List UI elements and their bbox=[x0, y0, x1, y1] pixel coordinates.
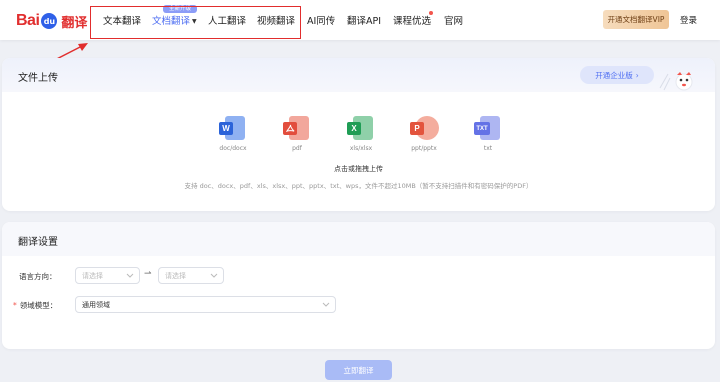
mascot-illustration-icon bbox=[659, 72, 693, 91]
upload-support-description: 支持 doc、docx、pdf、xls、xlsx、ppt、pptx、txt、wp… bbox=[184, 182, 533, 190]
chevron-right-icon: › bbox=[635, 70, 639, 80]
open-enterprise-label: 开通企业版 bbox=[595, 70, 633, 80]
nav-item-courses[interactable]: 课程优选 bbox=[393, 13, 431, 27]
translate-now-button[interactable]: 立即翻译 bbox=[325, 360, 392, 380]
required-mark: * bbox=[13, 301, 17, 310]
chevron-down-icon bbox=[322, 302, 330, 307]
source-language-placeholder: 请选择 bbox=[82, 271, 103, 280]
baidu-translate-logo[interactable]: Bai du 翻译 bbox=[16, 11, 87, 31]
powerpoint-file-icon: P bbox=[410, 116, 439, 142]
logo-fanyi-text: 翻译 bbox=[61, 15, 88, 31]
file-upload-card: 文件上传 开通企业版 › W doc/docx pdf X xls/xlsx P… bbox=[2, 58, 715, 211]
pdf-file-icon bbox=[283, 116, 311, 142]
file-type-label: pdf bbox=[292, 145, 302, 152]
logo-du-badge: du bbox=[41, 13, 58, 29]
chevron-down-icon bbox=[126, 273, 134, 278]
target-language-select[interactable]: 请选择 bbox=[158, 267, 224, 284]
logo-bai-text: Bai bbox=[16, 12, 40, 29]
txt-file-icon: TXT bbox=[474, 116, 502, 142]
nav-item-ai-interpretation[interactable]: AI同传 bbox=[307, 13, 335, 27]
supported-file-types: W doc/docx pdf X xls/xlsx P ppt/pptx TXT… bbox=[2, 116, 715, 156]
nav-item-translation-api[interactable]: 翻译API bbox=[347, 13, 381, 27]
translation-settings-header: 翻译设置 bbox=[2, 222, 715, 256]
excel-file-icon: X bbox=[347, 116, 375, 142]
domain-model-label-text: 领域模型： bbox=[19, 301, 58, 310]
target-language-placeholder: 请选择 bbox=[165, 271, 186, 280]
file-upload-header: 文件上传 开通企业版 › bbox=[2, 58, 715, 92]
file-type-label: doc/docx bbox=[219, 145, 247, 152]
open-vip-button[interactable]: 开通文档翻译VIP bbox=[603, 10, 669, 29]
translation-settings-title: 翻译设置 bbox=[18, 237, 58, 248]
swap-direction-icon[interactable]: ⇀ bbox=[144, 269, 152, 279]
top-navigation-bar: Bai du 翻译 文本翻译 文档翻译 ▼ 人工翻译 视频翻译 AI同传 翻译AP… bbox=[0, 0, 720, 40]
domain-model-label: * 领域模型： bbox=[13, 300, 57, 311]
file-type-text: TXT txt bbox=[468, 116, 508, 152]
notification-dot bbox=[429, 11, 433, 15]
nav-item-official-site[interactable]: 官网 bbox=[444, 13, 463, 27]
file-type-label: ppt/pptx bbox=[411, 145, 437, 152]
file-type-label: txt bbox=[483, 145, 493, 152]
chevron-down-icon bbox=[210, 273, 218, 278]
file-type-pdf: pdf bbox=[277, 116, 317, 152]
file-type-powerpoint: P ppt/pptx bbox=[404, 116, 444, 152]
file-type-excel: X xls/xlsx bbox=[341, 116, 381, 152]
language-direction-label: 语言方向： bbox=[19, 272, 57, 281]
domain-model-value: 通用领域 bbox=[82, 300, 110, 309]
file-type-word: W doc/docx bbox=[213, 116, 253, 152]
domain-model-select[interactable]: 通用领域 bbox=[75, 296, 336, 313]
open-enterprise-button[interactable]: 开通企业版 › bbox=[580, 66, 654, 84]
file-type-label: xls/xlsx bbox=[349, 145, 373, 152]
source-language-select[interactable]: 请选择 bbox=[75, 267, 140, 284]
upload-dropzone-link[interactable]: 点击或拖拽上传 bbox=[2, 164, 715, 174]
translation-settings-card: 翻译设置 语言方向： 请选择 ⇀ 请选择 * 领域模型： 通用领域 bbox=[2, 222, 715, 349]
login-link[interactable]: 登录 bbox=[680, 14, 697, 26]
annotation-highlight-box bbox=[90, 6, 301, 39]
word-file-icon: W bbox=[219, 116, 247, 142]
file-upload-title: 文件上传 bbox=[18, 73, 58, 84]
